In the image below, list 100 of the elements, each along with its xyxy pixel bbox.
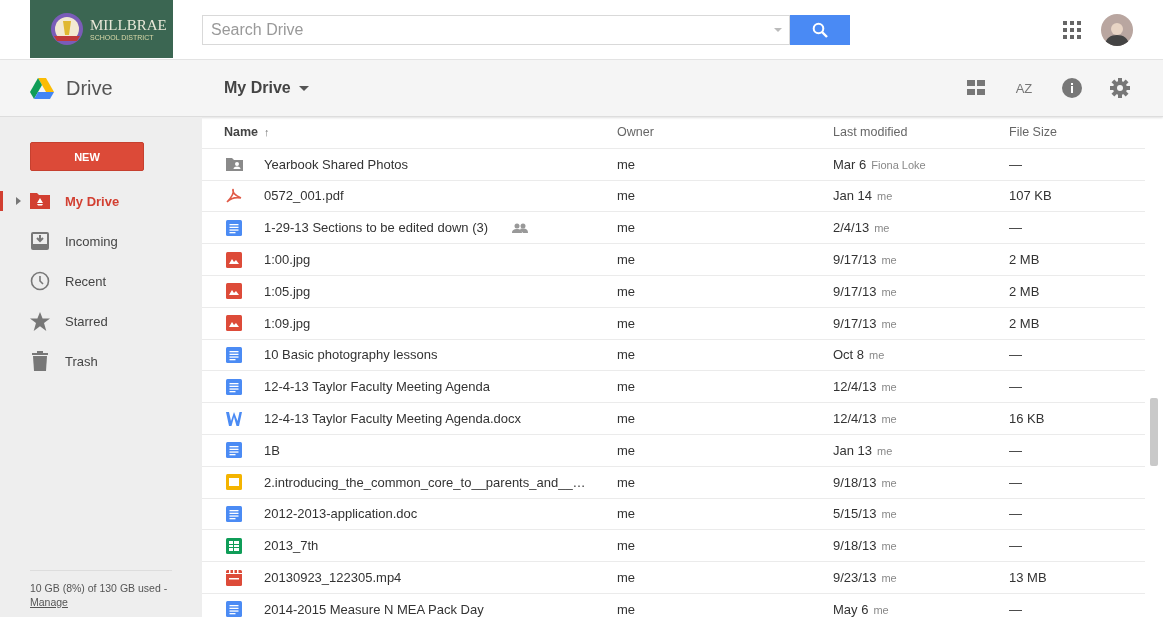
sidebar-item[interactable]: Trash	[0, 341, 202, 381]
image-icon	[226, 251, 242, 268]
file-name[interactable]: 1-29-13 Sections to be edited down (3)	[264, 220, 489, 236]
pdf-icon	[226, 188, 242, 204]
modified-by: me	[881, 476, 897, 489]
file-name[interactable]: 12-4-13 Taylor Faculty Meeting Agenda.docx	[264, 411, 522, 427]
sort-button[interactable]: AZ	[1009, 73, 1039, 103]
video-icon	[226, 569, 242, 586]
avatar[interactable]	[1101, 13, 1133, 46]
manage-link[interactable]: Manage	[30, 596, 68, 608]
modified-date: 9/18/13	[833, 538, 877, 554]
grid-icon	[967, 80, 985, 96]
modified-by: me	[877, 444, 893, 457]
file-name[interactable]: 2014-2015 Measure N MEA Pack Day	[264, 601, 484, 617]
sidebar-item[interactable]: Recent	[0, 261, 202, 301]
owner: me	[617, 570, 637, 586]
owner: me	[617, 474, 637, 490]
modified-by: me	[881, 381, 897, 394]
new-button[interactable]: NEW	[30, 142, 144, 171]
modified-date: 12/4/13	[833, 379, 877, 395]
settings-icon	[1110, 78, 1130, 98]
scrollbar-thumb[interactable]	[1150, 398, 1158, 466]
file-name[interactable]: 2013_7th	[264, 538, 319, 554]
file-size: —	[1009, 379, 1023, 395]
owner: me	[617, 506, 637, 522]
file-name[interactable]: 0572_001.pdf	[264, 188, 344, 204]
drive-folder-icon	[30, 193, 50, 209]
modified-date: 9/17/13	[833, 252, 877, 268]
star-icon	[30, 311, 50, 331]
file-size: —	[1009, 347, 1023, 363]
search-button[interactable]	[790, 14, 850, 45]
modified-date: 9/18/13	[833, 474, 877, 490]
modified-by: me	[881, 540, 897, 553]
document-icon	[226, 219, 242, 236]
modified-date: Jan 13	[833, 442, 873, 458]
file-name[interactable]: 20130923_122305.mp4	[264, 570, 402, 586]
owner: me	[617, 252, 637, 268]
modified-date: May 6	[833, 601, 869, 617]
modified-by: me	[869, 349, 885, 362]
file-name[interactable]: 1:00.jpg	[264, 252, 311, 268]
logo-title: MILLBRAE	[90, 16, 167, 33]
file-size: —	[1009, 220, 1023, 236]
sidebar-item[interactable]: My Drive	[0, 181, 202, 221]
file-name[interactable]: 1B	[264, 442, 280, 458]
document-icon	[226, 442, 242, 459]
modified-by: me	[881, 508, 897, 521]
file-size: 16 KB	[1009, 411, 1046, 427]
file-size: —	[1009, 442, 1023, 458]
document-icon	[226, 378, 242, 395]
file-name[interactable]: 2.introducing_the_common_core_to__parents_and__…	[264, 474, 586, 490]
modified-by: me	[881, 572, 897, 585]
modified-date: 9/23/13	[833, 570, 877, 586]
document-icon	[226, 505, 242, 522]
file-size: 2 MB	[1009, 315, 1041, 331]
file-size: —	[1009, 506, 1023, 522]
location-dropdown[interactable]: My Drive	[224, 79, 309, 97]
file-name[interactable]: 1:05.jpg	[264, 283, 311, 299]
file-name[interactable]: 2012-2013-application.doc	[264, 506, 418, 522]
image-icon	[226, 315, 242, 332]
file-name[interactable]: Yearbook Shared Photos	[264, 156, 409, 172]
sidebar-item[interactable]: Incoming	[0, 221, 202, 261]
owner: me	[617, 538, 637, 554]
document-icon	[226, 346, 242, 363]
image-icon	[226, 283, 242, 300]
spreadsheet-icon	[226, 537, 242, 554]
owner: me	[617, 315, 637, 331]
search-field[interactable]: Search Drive	[202, 14, 790, 45]
modified-by: me	[881, 285, 897, 298]
file-size: 2 MB	[1009, 283, 1041, 299]
file-name[interactable]: 10 Basic photography lessons	[264, 347, 438, 363]
word-icon	[226, 410, 242, 427]
file-size: 107 KB	[1009, 188, 1053, 204]
owner: me	[617, 601, 637, 617]
column-header[interactable]: Name ↑	[202, 125, 617, 140]
inbox-icon	[31, 232, 49, 250]
modified-by: me	[873, 603, 889, 616]
file-size: —	[1009, 538, 1023, 554]
column-header[interactable]: File Size	[1009, 125, 1145, 140]
search-icon	[812, 21, 828, 38]
modified-date: 9/17/13	[833, 315, 877, 331]
column-header[interactable]: Last modified	[833, 125, 1009, 140]
info-icon	[1062, 78, 1082, 98]
owner: me	[617, 220, 637, 236]
column-header[interactable]: Owner	[617, 125, 833, 140]
apps-grid-icon[interactable]	[1063, 20, 1081, 39]
app-name: Drive	[66, 76, 113, 100]
modified-by: me	[874, 222, 890, 235]
owner: me	[617, 156, 637, 172]
modified-date: Oct 8	[833, 347, 865, 363]
file-name[interactable]: 1:09.jpg	[264, 315, 311, 331]
modified-date: 9/17/13	[833, 283, 877, 299]
modified-by: me	[881, 413, 897, 426]
file-size: —	[1009, 601, 1023, 617]
expand-caret-icon[interactable]	[16, 197, 21, 205]
shared-folder-icon	[226, 157, 243, 172]
owner: me	[617, 188, 637, 204]
owner: me	[617, 442, 637, 458]
file-name[interactable]: 12-4-13 Taylor Faculty Meeting Agenda	[264, 379, 490, 395]
sidebar-item[interactable]: Starred	[0, 301, 202, 341]
file-size: 2 MB	[1009, 252, 1041, 268]
